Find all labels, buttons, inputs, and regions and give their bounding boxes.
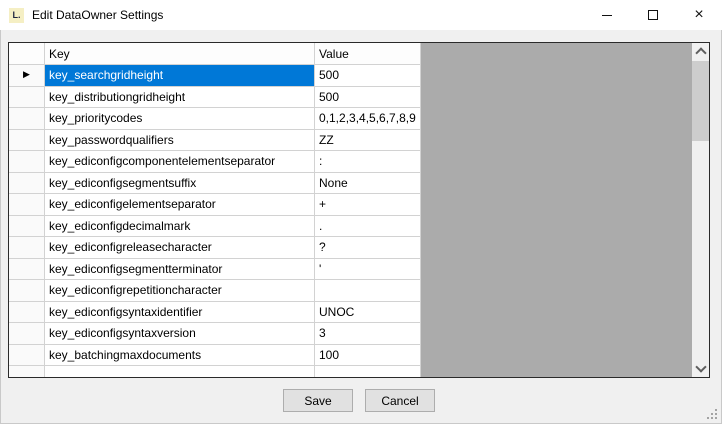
row-header-empty <box>9 366 45 377</box>
cancel-button[interactable]: Cancel <box>365 389 435 412</box>
value-cell-empty <box>315 366 421 377</box>
key-cell[interactable]: key_ediconfigsyntaxversion <box>45 323 315 345</box>
row-header-cell[interactable] <box>9 323 45 345</box>
value-column-header[interactable]: Value <box>315 43 421 65</box>
table-row[interactable]: key_distributiongridheight500 <box>9 87 709 109</box>
key-cell[interactable]: key_searchgridheight <box>45 65 315 87</box>
table-row[interactable]: key_ediconfigsyntaxidentifierUNOC <box>9 302 709 324</box>
table-row[interactable]: key_ediconfigsegmentterminator' <box>9 259 709 281</box>
row-header-cell[interactable] <box>9 216 45 238</box>
table-row[interactable]: key_ediconfigsegmentsuffixNone <box>9 173 709 195</box>
key-cell[interactable]: key_ediconfigcomponentelementseparator <box>45 151 315 173</box>
close-icon: × <box>694 7 703 23</box>
table-row[interactable]: key_ediconfigcomponentelementseparator: <box>9 151 709 173</box>
table-row[interactable]: key_passwordqualifiersZZ <box>9 130 709 152</box>
row-header-cell[interactable] <box>9 108 45 130</box>
value-cell[interactable]: ' <box>315 259 421 281</box>
value-cell[interactable]: ZZ <box>315 130 421 152</box>
resize-grip-icon[interactable] <box>707 409 719 421</box>
key-cell[interactable]: key_ediconfigelementseparator <box>45 194 315 216</box>
scroll-down-button[interactable] <box>692 360 709 377</box>
table-row[interactable]: key_prioritycodes0,1,2,3,4,5,6,7,8,9 <box>9 108 709 130</box>
save-button[interactable]: Save <box>283 389 353 412</box>
app-icon[interactable]: L. <box>9 8 24 23</box>
key-cell-empty <box>45 366 315 377</box>
key-cell[interactable]: key_batchingmaxdocuments <box>45 345 315 367</box>
row-header-cell[interactable] <box>9 130 45 152</box>
value-cell[interactable]: None <box>315 173 421 195</box>
row-header-cell[interactable] <box>9 151 45 173</box>
grid-header-row: Key Value <box>9 43 709 65</box>
value-cell[interactable]: 3 <box>315 323 421 345</box>
vertical-scrollbar[interactable] <box>692 43 709 377</box>
row-header-cell[interactable]: ▶ <box>9 65 45 87</box>
settings-grid: Key Value ▶ key_searchgridheight500key_di… <box>8 42 710 378</box>
value-cell[interactable] <box>315 280 421 302</box>
row-header-cell[interactable] <box>9 194 45 216</box>
value-cell[interactable]: ? <box>315 237 421 259</box>
value-cell[interactable]: 100 <box>315 345 421 367</box>
row-header-cell[interactable] <box>9 87 45 109</box>
key-cell[interactable]: key_passwordqualifiers <box>45 130 315 152</box>
minimize-button[interactable] <box>584 0 630 30</box>
key-cell[interactable]: key_prioritycodes <box>45 108 315 130</box>
row-header-cell[interactable] <box>9 173 45 195</box>
key-cell[interactable]: key_ediconfigsegmentsuffix <box>45 173 315 195</box>
scrollbar-thumb[interactable] <box>692 61 709 141</box>
titlebar: L. Edit DataOwner Settings × <box>0 0 722 30</box>
corner-header-cell[interactable] <box>9 43 45 65</box>
key-cell[interactable]: key_ediconfigsyntaxidentifier <box>45 302 315 324</box>
window-controls: × <box>584 0 722 30</box>
key-cell[interactable]: key_distributiongridheight <box>45 87 315 109</box>
key-cell[interactable]: key_ediconfigreleasecharacter <box>45 237 315 259</box>
key-cell[interactable]: key_ediconfigrepetitioncharacter <box>45 280 315 302</box>
grid-body: Key Value ▶ key_searchgridheight500key_di… <box>9 43 709 377</box>
maximize-button[interactable] <box>630 0 676 30</box>
row-header-cell[interactable] <box>9 345 45 367</box>
row-header-cell[interactable] <box>9 280 45 302</box>
table-row[interactable]: key_ediconfigreleasecharacter? <box>9 237 709 259</box>
scroll-down-icon <box>695 361 706 372</box>
value-cell[interactable]: . <box>315 216 421 238</box>
scroll-up-icon <box>695 47 706 58</box>
key-cell[interactable]: key_ediconfigdecimalmark <box>45 216 315 238</box>
value-cell[interactable]: 500 <box>315 87 421 109</box>
scroll-up-button[interactable] <box>692 43 709 60</box>
table-row[interactable]: key_ediconfigsyntaxversion3 <box>9 323 709 345</box>
value-cell[interactable]: UNOC <box>315 302 421 324</box>
key-column-header[interactable]: Key <box>45 43 315 65</box>
maximize-icon <box>648 10 658 20</box>
value-cell[interactable]: 500 <box>315 65 421 87</box>
table-row[interactable]: key_ediconfigelementseparator+ <box>9 194 709 216</box>
value-cell[interactable]: 0,1,2,3,4,5,6,7,8,9 <box>315 108 421 130</box>
table-row-partial[interactable] <box>9 366 709 377</box>
table-row[interactable]: ▶ key_searchgridheight500 <box>9 65 709 87</box>
row-selector-icon: ▶ <box>23 71 30 80</box>
key-cell[interactable]: key_ediconfigsegmentterminator <box>45 259 315 281</box>
table-row[interactable]: key_ediconfigrepetitioncharacter <box>9 280 709 302</box>
value-cell[interactable]: : <box>315 151 421 173</box>
row-header-cell[interactable] <box>9 237 45 259</box>
table-row[interactable]: key_batchingmaxdocuments100 <box>9 345 709 367</box>
window-title: Edit DataOwner Settings <box>32 8 163 22</box>
close-button[interactable]: × <box>676 0 722 30</box>
row-header-cell[interactable] <box>9 259 45 281</box>
minimize-icon <box>602 15 612 16</box>
row-header-cell[interactable] <box>9 302 45 324</box>
table-row[interactable]: key_ediconfigdecimalmark. <box>9 216 709 238</box>
value-cell[interactable]: + <box>315 194 421 216</box>
